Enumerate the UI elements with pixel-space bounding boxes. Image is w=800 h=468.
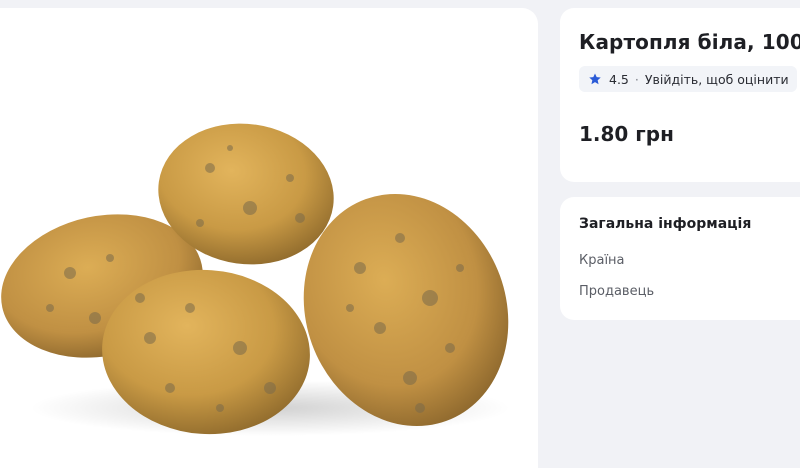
attribute-country-label: Країна <box>579 253 625 268</box>
product-title: Картопля біла, 100г <box>579 30 800 54</box>
rating-separator: · <box>634 71 639 87</box>
rate-login-link[interactable]: Увійдіть, щоб оцінити <box>645 72 789 87</box>
product-info-card: Картопля біла, 100г 4.5 · Увійдіть, щоб … <box>560 8 800 182</box>
general-info-card: Загальна інформація Країна Продавець <box>560 197 800 320</box>
star-icon <box>589 73 601 85</box>
attribute-seller-label: Продавець <box>579 284 655 299</box>
general-info-title: Загальна інформація <box>579 216 752 232</box>
rating-value: 4.5 <box>609 71 629 87</box>
product-page: Картопля біла, 100г 4.5 · Увійдіть, щоб … <box>0 0 800 468</box>
product-price: 1.80 грн <box>579 122 674 146</box>
product-image-card <box>0 8 538 468</box>
product-image <box>1 123 510 436</box>
rating-chip[interactable]: 4.5 · Увійдіть, щоб оцінити <box>579 66 797 92</box>
